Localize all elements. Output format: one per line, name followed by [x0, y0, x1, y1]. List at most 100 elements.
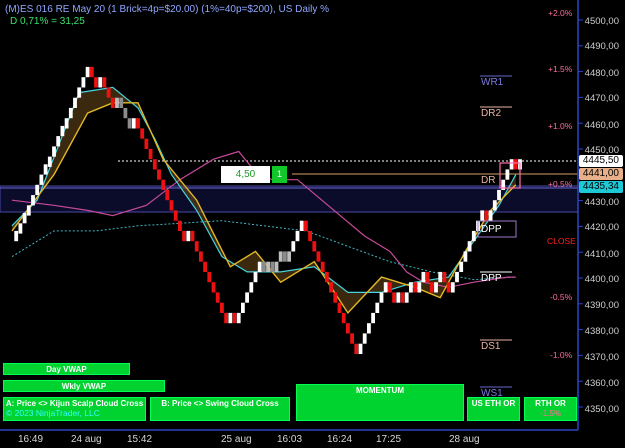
- up-brick: [245, 292, 249, 303]
- swing-cloud-cross-button[interactable]: B: Price <> Swing Cloud Cross: [150, 397, 290, 421]
- x-tick-label: 25 aug: [221, 434, 252, 445]
- x-tick-label: 16:49: [18, 434, 44, 445]
- up-brick: [228, 312, 233, 324]
- y-tick-label: 4460,00: [584, 120, 619, 131]
- up-brick: [98, 77, 103, 88]
- up-brick: [249, 282, 254, 293]
- up-brick: [31, 195, 35, 206]
- down-brick: [341, 312, 346, 324]
- up-brick: [463, 251, 468, 262]
- up-brick: [68, 107, 73, 119]
- up-brick: [22, 213, 27, 224]
- up-brick: [459, 261, 464, 272]
- x-tick-label: 17:25: [376, 434, 402, 445]
- up-brick: [241, 302, 245, 313]
- down-brick: [325, 271, 329, 283]
- down-brick: [304, 220, 308, 231]
- up-brick: [362, 333, 367, 344]
- down-brick: [513, 159, 518, 170]
- y-tick-label: 4470,00: [584, 93, 619, 104]
- down-brick: [388, 282, 392, 293]
- chart-window: (M)ES 016 RE May 20 (1 Brick=4p=$20.00) …: [0, 0, 625, 448]
- up-brick: [438, 271, 443, 283]
- down-brick: [110, 97, 115, 108]
- ds1-label: DS1: [481, 341, 501, 352]
- up-brick: [450, 282, 455, 293]
- up-brick: [379, 292, 384, 303]
- down-brick: [413, 282, 417, 293]
- day-vwap-button[interactable]: Day VWAP: [3, 363, 130, 375]
- up-brick: [467, 241, 472, 252]
- down-brick: [178, 220, 182, 231]
- up-brick: [492, 200, 497, 211]
- rth-or-button[interactable]: RTH OR -1.5%: [524, 397, 577, 421]
- down-brick: [425, 271, 430, 283]
- pct-label: -1.0%: [550, 350, 573, 360]
- level-price-tag: 4441,00: [578, 168, 623, 180]
- pct-label: +1.0%: [548, 121, 573, 131]
- down-brick: [211, 282, 216, 293]
- x-tick-label: 28 aug: [449, 434, 480, 445]
- down-brick: [354, 343, 359, 354]
- momentum-button[interactable]: MOMENTUM: [296, 384, 464, 421]
- up-brick: [115, 97, 119, 108]
- down-brick: [165, 189, 170, 201]
- wkly-vwap-button[interactable]: Wkly VWAP: [3, 380, 165, 392]
- up-brick: [404, 292, 409, 303]
- down-brick: [232, 312, 237, 324]
- down-brick: [442, 271, 447, 283]
- up-brick: [52, 146, 56, 157]
- x-tick-label: 16:03: [277, 434, 303, 445]
- dr2-label: DR2: [481, 108, 502, 119]
- down-brick: [89, 66, 94, 78]
- up-brick: [266, 261, 270, 272]
- close-label: CLOSE: [547, 236, 576, 246]
- rth-or-label: RTH OR: [535, 399, 566, 408]
- down-brick: [157, 169, 161, 180]
- up-brick: [43, 164, 48, 175]
- down-brick: [190, 230, 195, 242]
- down-brick: [148, 148, 153, 160]
- y-tick-label: 4400,00: [584, 274, 619, 285]
- up-brick: [253, 271, 258, 283]
- down-brick: [144, 138, 149, 149]
- pct-label: +2.0%: [548, 8, 573, 18]
- x-tick-label: 24 aug: [71, 434, 102, 445]
- up-brick: [421, 271, 426, 283]
- down-brick: [270, 261, 275, 272]
- up-brick: [371, 312, 375, 324]
- down-brick: [308, 230, 312, 242]
- brick-size-control[interactable]: 4,50 1: [221, 166, 287, 183]
- up-brick: [60, 125, 65, 137]
- us-eth-or-button[interactable]: US ETH OR: [467, 397, 520, 421]
- down-brick: [94, 77, 98, 88]
- up-brick: [56, 136, 61, 147]
- up-brick: [287, 251, 291, 262]
- y-tick-label: 4430,00: [584, 197, 619, 208]
- up-brick: [77, 87, 82, 98]
- down-brick: [333, 292, 338, 303]
- up-brick: [471, 230, 476, 242]
- brick-size-input[interactable]: 4,50: [221, 166, 270, 183]
- x-tick-label: 15:42: [127, 434, 153, 445]
- up-brick: [417, 282, 422, 293]
- up-brick: [186, 230, 191, 242]
- down-brick: [320, 261, 325, 272]
- down-brick: [173, 210, 178, 221]
- up-brick: [278, 251, 283, 262]
- up-brick: [131, 118, 136, 129]
- down-brick: [215, 292, 220, 303]
- up-brick: [367, 323, 371, 334]
- y-tick-label: 4370,00: [584, 352, 619, 363]
- down-brick: [329, 282, 333, 293]
- down-brick: [123, 107, 128, 119]
- brick-size-button[interactable]: 1: [272, 166, 287, 183]
- value-area-band: [0, 185, 579, 213]
- up-brick: [509, 159, 514, 170]
- down-brick: [102, 77, 107, 88]
- y-tick-label: 4420,00: [584, 222, 619, 233]
- up-brick: [73, 97, 77, 108]
- dpp-label: DPP: [481, 273, 502, 284]
- y-tick-label: 4410,00: [584, 249, 619, 260]
- up-brick: [375, 302, 380, 313]
